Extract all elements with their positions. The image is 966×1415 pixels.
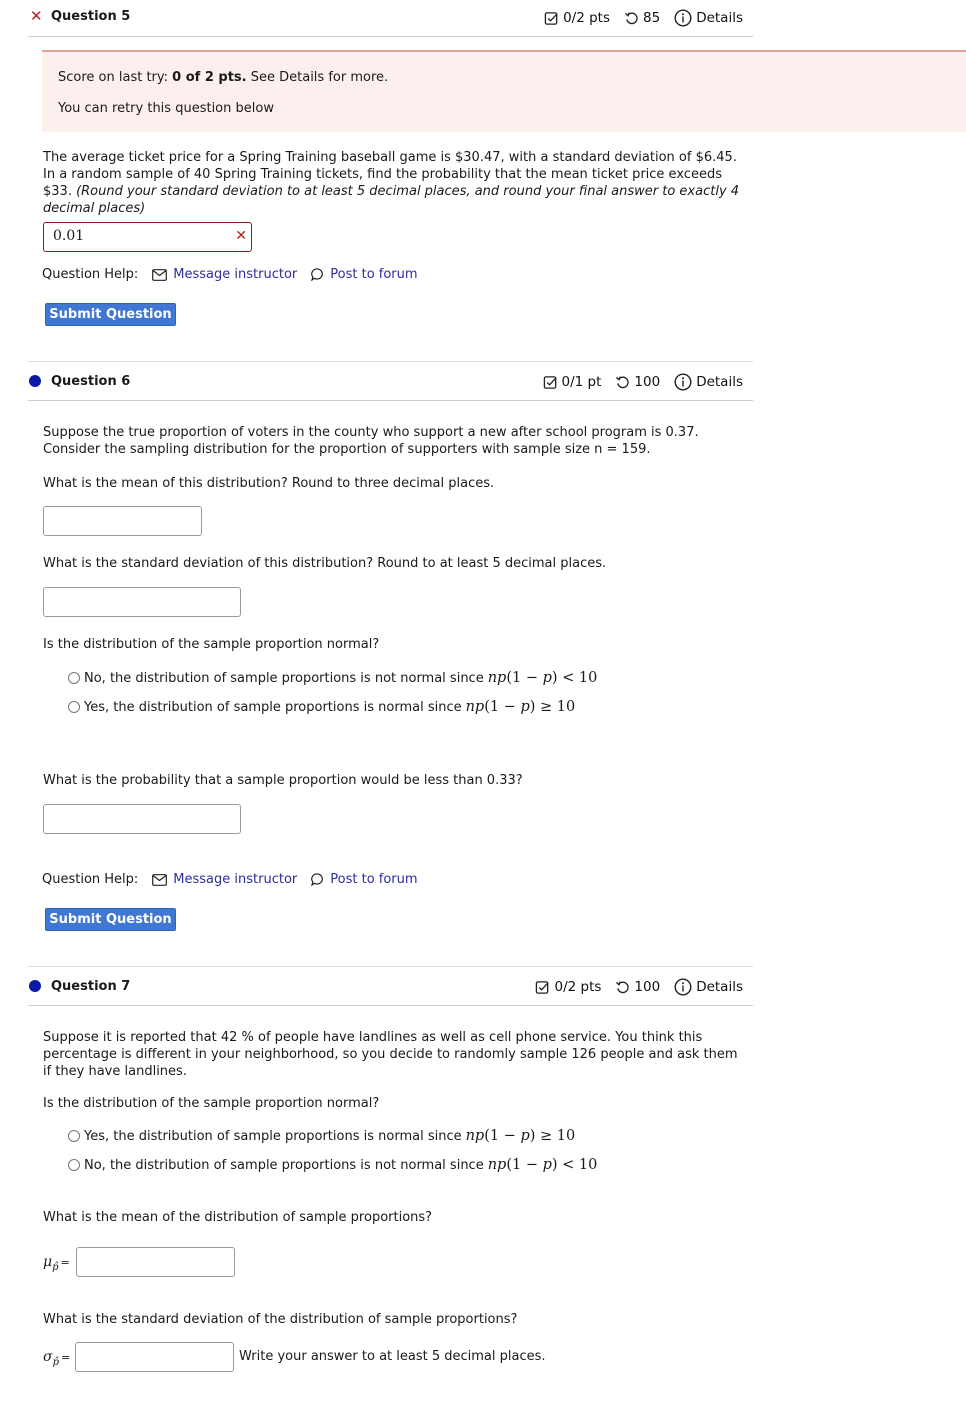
radio-option-not-normal[interactable]: No, the distribution of sample proportio…	[68, 670, 597, 686]
question-prompt: The average ticket price for a Spring Tr…	[43, 150, 740, 216]
radio-option-normal[interactable]: Yes, the distribution of sample proporti…	[68, 699, 575, 715]
mail-icon	[152, 873, 168, 886]
question-7-header: Question 7 0/2 pts 100 Details	[28, 966, 753, 1006]
inequality-math: np(1 − p) ≥ 10	[465, 1128, 576, 1144]
incorrect-icon: ✕	[235, 228, 247, 244]
retry-icon	[616, 375, 630, 388]
help-label: Question Help:	[42, 872, 139, 887]
attempts-text: 85	[643, 10, 661, 26]
radio-button[interactable]	[68, 1159, 80, 1171]
score-text: 0/1 pt	[561, 374, 602, 390]
question-meta: 0/2 pts 100 Details	[535, 978, 743, 996]
question-title: Question 6	[51, 374, 131, 389]
inequality-math: np(1 − p) < 10	[487, 1157, 598, 1173]
retry-icon	[624, 11, 638, 24]
score-text: 0/2 pts	[554, 979, 602, 995]
score-banner: Score on last try: 0 of 2 pts. See Detai…	[42, 50, 966, 132]
details-link[interactable]: Details	[696, 374, 743, 390]
radio-option-normal[interactable]: Yes, the distribution of sample proporti…	[68, 1128, 575, 1144]
submit-question-button[interactable]: Submit Question	[45, 303, 176, 326]
normal-question: Is the distribution of the sample propor…	[43, 1096, 380, 1111]
checkbox-icon	[544, 11, 558, 25]
mail-icon	[152, 268, 168, 281]
radio-option-not-normal[interactable]: No, the distribution of sample proportio…	[68, 1157, 597, 1173]
checkbox-icon	[543, 375, 557, 389]
sigma-p-hat-label: σp̂ =	[43, 1349, 71, 1368]
sd-input[interactable]	[43, 587, 241, 617]
question-meta: 0/2 pts 85 Details	[544, 9, 743, 27]
question-help: Question Help: Message instructor Post t…	[42, 872, 418, 887]
radio-button[interactable]	[68, 1130, 80, 1142]
x-mark-icon: ✕	[30, 7, 43, 25]
unanswered-dot-icon	[29, 980, 41, 992]
mean-input[interactable]	[43, 506, 202, 536]
score-text: 0/2 pts	[563, 10, 610, 26]
info-icon[interactable]	[674, 373, 692, 391]
sd-question: What is the standard deviation of this d…	[43, 556, 607, 571]
probability-question: What is the probability that a sample pr…	[43, 773, 523, 788]
question-help: Question Help: Message instructor Post t…	[42, 267, 418, 282]
checkbox-icon	[536, 980, 550, 994]
question-prompt: Suppose it is reported that 42 % of peop…	[43, 1030, 738, 1079]
details-link[interactable]: Details	[696, 10, 743, 26]
attempts-text: 100	[634, 979, 661, 995]
mean-question: What is the mean of this distribution? R…	[43, 476, 495, 491]
retry-icon	[616, 980, 630, 993]
question-title: Question 5	[51, 9, 131, 24]
probability-input[interactable]	[43, 804, 241, 834]
question-meta: 0/1 pt 100 Details	[543, 373, 743, 391]
question-5-header: ✕ Question 5 0/2 pts 85 Details	[28, 0, 753, 37]
sd-hint: Write your answer to at least 5 decimal …	[239, 1349, 546, 1364]
post-to-forum-link[interactable]: Post to forum	[311, 872, 418, 887]
info-icon[interactable]	[674, 9, 692, 27]
speech-bubble-icon	[311, 873, 324, 886]
answer-input[interactable]: 0.01 ✕	[43, 222, 252, 252]
speech-bubble-icon	[311, 268, 324, 281]
radio-button[interactable]	[68, 701, 80, 713]
details-link[interactable]: Details	[696, 979, 743, 995]
submit-question-button[interactable]: Submit Question	[45, 908, 176, 931]
post-to-forum-link[interactable]: Post to forum	[311, 267, 418, 282]
inequality-math: np(1 − p) ≥ 10	[465, 699, 576, 715]
mean-question: What is the mean of the distribution of …	[43, 1210, 433, 1225]
attempts-text: 100	[634, 374, 661, 390]
question-prompt: Suppose the true proportion of voters in…	[43, 425, 699, 457]
sd-input[interactable]	[75, 1342, 234, 1372]
normal-question: Is the distribution of the sample propor…	[43, 637, 380, 652]
info-icon[interactable]	[674, 978, 692, 996]
mu-p-hat-label: μp̂ =	[43, 1254, 70, 1273]
message-instructor-link[interactable]: Message instructor	[152, 267, 297, 282]
question-title: Question 7	[51, 979, 131, 994]
score-summary: Score on last try: 0 of 2 pts. See Detai…	[58, 70, 389, 85]
radio-button[interactable]	[68, 672, 80, 684]
help-label: Question Help:	[42, 267, 139, 282]
answer-value: 0.01	[53, 228, 85, 244]
mean-input[interactable]	[76, 1247, 235, 1277]
sd-question: What is the standard deviation of the di…	[43, 1312, 518, 1327]
retry-message: You can retry this question below	[58, 101, 274, 116]
inequality-math: np(1 − p) < 10	[487, 670, 598, 686]
unanswered-dot-icon	[29, 375, 41, 387]
message-instructor-link[interactable]: Message instructor	[152, 872, 297, 887]
question-6-header: Question 6 0/1 pt 100 Details	[28, 361, 753, 401]
